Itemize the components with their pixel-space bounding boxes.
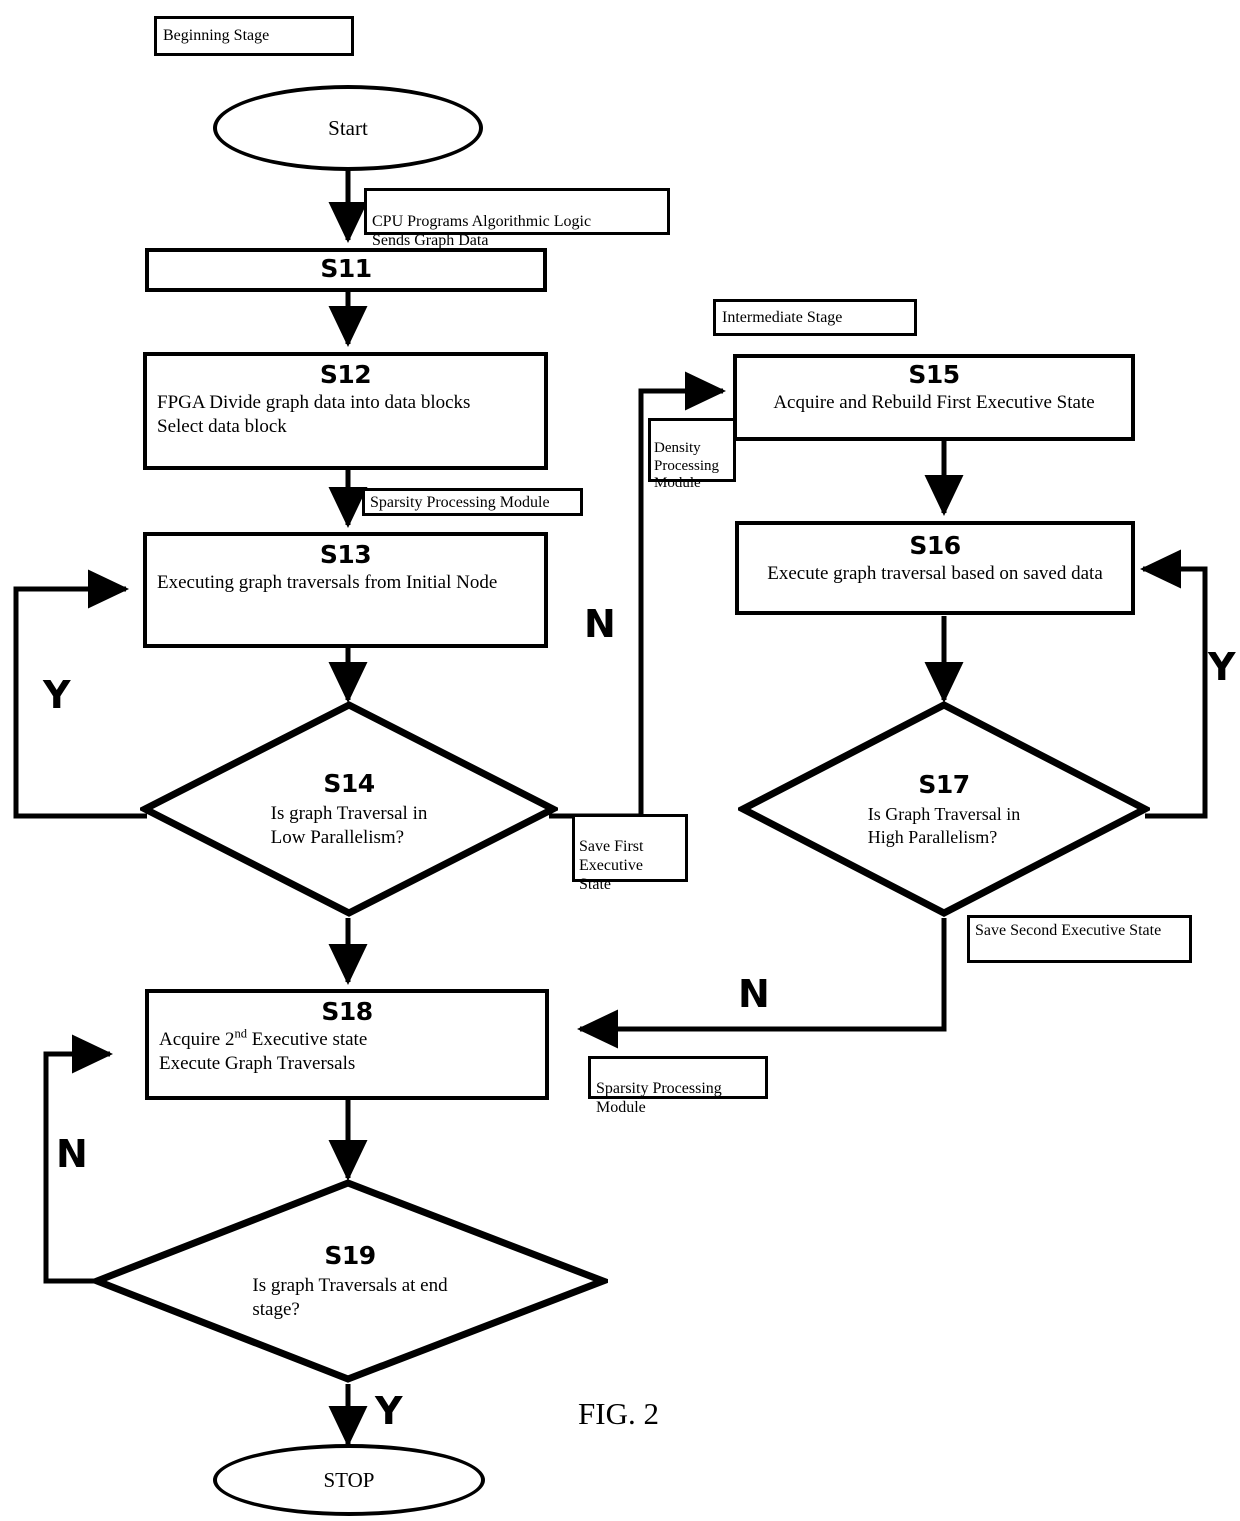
label-beginning-stage: Beginning Stage bbox=[154, 16, 354, 56]
decision-diamond-s19-body: Is graph Traversals at end stage? bbox=[252, 1274, 448, 1320]
decision-diamond-s19-id: S19 bbox=[324, 1240, 376, 1270]
annotation-save-second-state-text: Save Second Executive State bbox=[975, 922, 1162, 939]
branch-label-s14-yes: Y bbox=[43, 673, 71, 717]
terminator-start-label: Start bbox=[328, 115, 368, 140]
process-box-s16: S16 Execute graph traversal based on sav… bbox=[735, 521, 1135, 615]
annotation-sparsity-bottom: Sparsity Processing Module bbox=[588, 1056, 768, 1116]
process-box-s13-body: Executing graph traversals from Initial … bbox=[157, 572, 498, 593]
process-box-s12: S12 FPGA Divide graph data into data blo… bbox=[143, 352, 548, 470]
label-beginning-stage-text: Beginning Stage bbox=[163, 27, 270, 44]
process-box-s15: S15 Acquire and Rebuild First Executive … bbox=[733, 354, 1135, 441]
decision-diamond-s17-id: S17 bbox=[918, 770, 970, 799]
process-box-s12-body: FPGA Divide graph data into data blocks … bbox=[157, 392, 471, 437]
process-box-s18-body: Acquire 2nd Executive state Execute Grap… bbox=[149, 1026, 545, 1076]
terminator-start: Start bbox=[213, 85, 483, 171]
annotation-sparsity-top: Sparsity Processing Module bbox=[362, 488, 583, 516]
annotation-save-first-state-text: Save First Executive State bbox=[579, 837, 644, 893]
decision-diamond-s14-content: S14 Is graph Traversal in Low Parallelis… bbox=[140, 700, 558, 918]
annotation-cpu-programs: CPU Programs Algorithmic Logic Sends Gra… bbox=[364, 188, 670, 249]
figure-caption: FIG. 2 bbox=[578, 1396, 659, 1431]
annotation-density-module-text: Density Processing Module bbox=[654, 440, 719, 492]
annotation-sparsity-bottom-text: Sparsity Processing Module bbox=[596, 1079, 722, 1116]
process-box-s15-body: Acquire and Rebuild First Executive Stat… bbox=[773, 392, 1095, 413]
terminator-stop: STOP bbox=[213, 1444, 485, 1516]
annotation-density-module: Density Processing Module bbox=[648, 418, 736, 491]
process-box-s13: S13 Executing graph traversals from Init… bbox=[143, 532, 548, 648]
process-box-s16-id: S16 bbox=[909, 531, 961, 560]
decision-diamond-s17-content: S17 Is Graph Traversal in High Paralleli… bbox=[738, 700, 1150, 918]
process-box-s18-line1: Acquire 2nd Executive state bbox=[159, 1026, 368, 1050]
process-box-s13-id: S13 bbox=[319, 540, 372, 569]
process-box-s11: S11 bbox=[145, 248, 547, 292]
process-box-s18-line2: Execute Graph Traversals bbox=[159, 1052, 356, 1074]
s18-l1-sup: nd bbox=[234, 1026, 247, 1041]
branch-label-s17-yes: Y bbox=[1208, 645, 1236, 689]
process-box-s16-body: Execute graph traversal based on saved d… bbox=[767, 563, 1103, 584]
process-box-s12-id: S12 bbox=[319, 360, 372, 389]
decision-diamond-s17: S17 Is Graph Traversal in High Paralleli… bbox=[738, 700, 1150, 918]
flowchart-figure: Beginning Stage Intermediate Stage Start… bbox=[0, 0, 1240, 1521]
label-intermediate-stage: Intermediate Stage bbox=[713, 299, 917, 336]
s18-l1-pre: Acquire 2 bbox=[159, 1029, 235, 1050]
process-box-s18: S18 Acquire 2nd Executive state Execute … bbox=[145, 989, 549, 1100]
process-box-s15-id: S15 bbox=[908, 360, 960, 389]
decision-diamond-s14-body: Is graph Traversal in Low Parallelism? bbox=[270, 802, 428, 848]
annotation-save-second-state: Save Second Executive State bbox=[967, 915, 1192, 963]
s18-l1-post: Executive state bbox=[246, 1029, 368, 1050]
process-box-s11-id: S11 bbox=[320, 254, 372, 283]
label-intermediate-stage-text: Intermediate Stage bbox=[722, 309, 843, 326]
annotation-cpu-programs-text: CPU Programs Algorithmic Logic Sends Gra… bbox=[372, 213, 592, 250]
decision-diamond-s14: S14 Is graph Traversal in Low Parallelis… bbox=[140, 700, 558, 918]
annotation-sparsity-top-text: Sparsity Processing Module bbox=[370, 494, 550, 511]
decision-diamond-s19: S19 Is graph Traversals at end stage? bbox=[92, 1178, 608, 1384]
terminator-stop-label: STOP bbox=[323, 1467, 375, 1492]
decision-diamond-s14-id: S14 bbox=[323, 768, 375, 798]
process-box-s18-id: S18 bbox=[321, 997, 373, 1026]
branch-label-s17-no: N bbox=[738, 972, 770, 1016]
branch-label-s19-yes: Y bbox=[375, 1389, 403, 1433]
decision-diamond-s19-content: S19 Is graph Traversals at end stage? bbox=[92, 1178, 608, 1384]
branch-label-s19-no: N bbox=[56, 1132, 88, 1176]
branch-label-s14-no: N bbox=[584, 602, 616, 646]
decision-diamond-s17-body: Is Graph Traversal in High Parallelism? bbox=[867, 804, 1021, 847]
annotation-save-first-state: Save First Executive State bbox=[572, 814, 688, 893]
edge-s14-yes-to-s13 bbox=[13, 569, 147, 819]
edge-s17-yes-to-s16 bbox=[1139, 549, 1208, 819]
